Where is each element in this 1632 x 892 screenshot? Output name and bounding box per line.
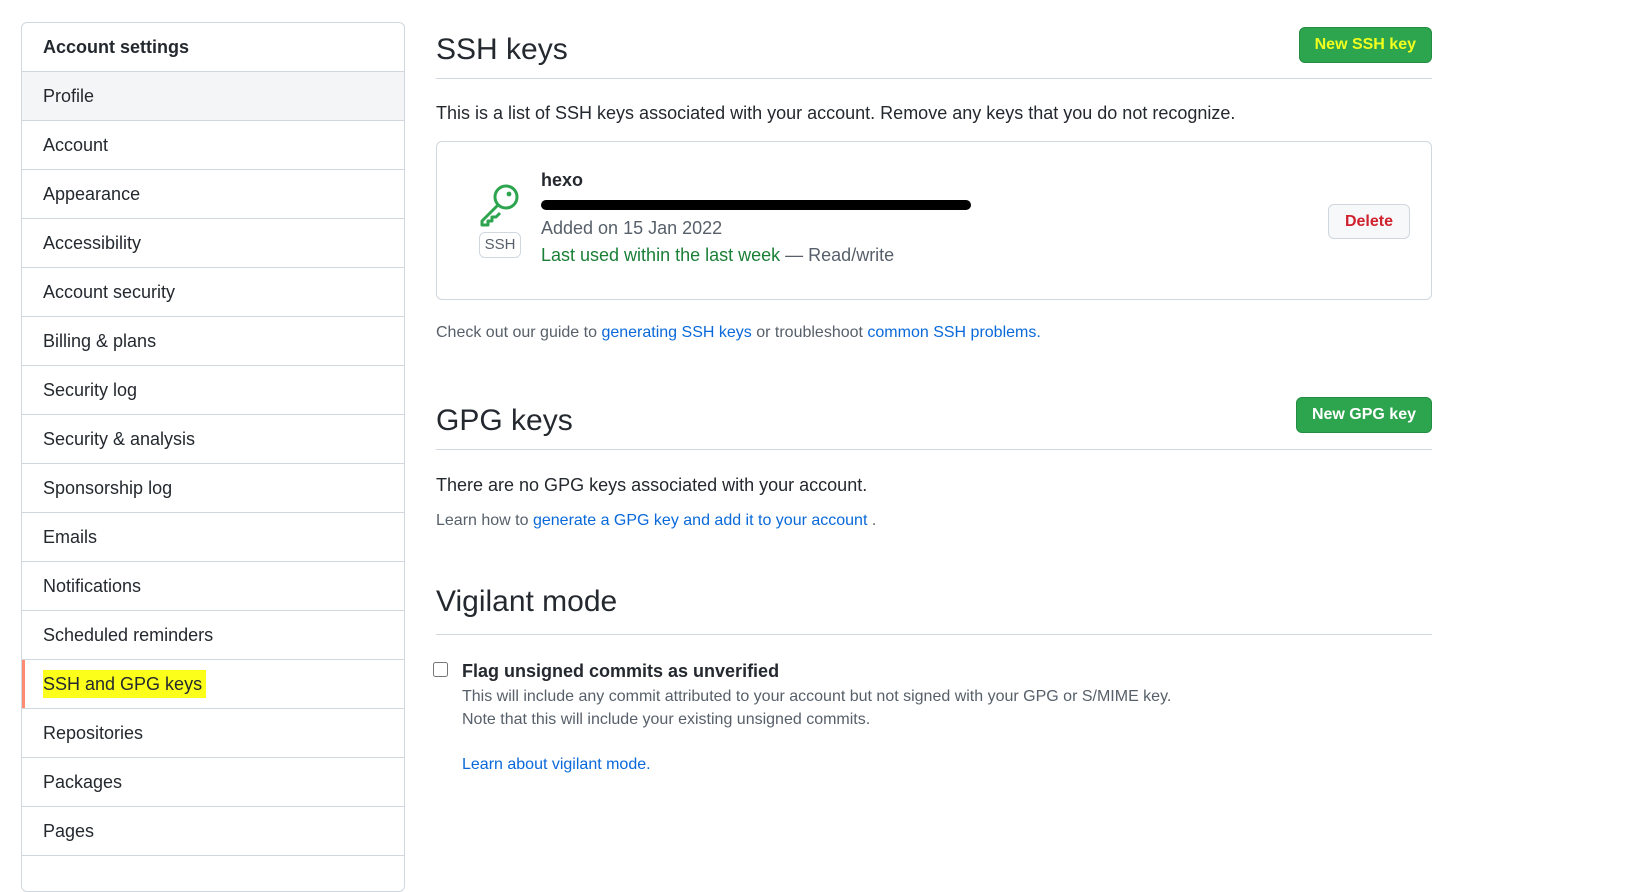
new-gpg-key-button[interactable]: New GPG key: [1295, 396, 1432, 433]
vigilant-section-title: Vigilant mode: [436, 585, 618, 618]
sidebar-item-ssh-gpg-keys[interactable]: SSH and GPG keys: [22, 660, 404, 709]
sidebar-item-emails[interactable]: Emails: [22, 513, 404, 562]
sidebar-item-label: Appearance: [43, 184, 141, 204]
delete-ssh-key-button[interactable]: Delete: [1327, 204, 1410, 239]
sidebar-item-label: Sponsorship log: [43, 478, 173, 498]
sidebar-item-label: Scheduled reminders: [43, 625, 214, 645]
flag-unsigned-checkbox[interactable]: [433, 662, 448, 677]
ssh-key-usage: Last used within the last week — Read/wr…: [541, 245, 971, 266]
generating-ssh-keys-link[interactable]: generating SSH keys: [601, 324, 751, 341]
ssh-section-title: SSH keys: [436, 33, 568, 66]
ssh-key-added-date: Added on 15 Jan 2022: [541, 218, 723, 238]
sidebar-item-account-security[interactable]: Account security: [22, 268, 404, 317]
gpg-learn-period: .: [871, 512, 877, 529]
sidebar-item-label: Packages: [43, 772, 123, 792]
ssh-section-header: SSH keys New SSH key: [436, 22, 1432, 79]
sidebar-item-label: Accessibility: [43, 233, 142, 253]
common-ssh-problems-link[interactable]: common SSH problems.: [867, 324, 1040, 341]
sidebar-item-appearance[interactable]: Appearance: [22, 170, 404, 219]
sidebar-item-profile[interactable]: Profile: [22, 72, 404, 121]
ssh-guide-middle: or troubleshoot: [756, 324, 863, 341]
sidebar-item-label: Emails: [43, 527, 98, 547]
sidebar-item-label: Account: [43, 135, 109, 155]
gpg-learn-prefix: Learn how to: [436, 512, 529, 529]
sidebar-item-label: Account security: [43, 282, 176, 302]
gpg-empty-text: There are no GPG keys associated with yo…: [436, 475, 868, 495]
ssh-key-last-used: Last used within the last week: [541, 245, 781, 265]
sidebar-item-packages[interactable]: Packages: [22, 758, 404, 807]
ssh-description: This is a list of SSH keys associated wi…: [436, 103, 1236, 123]
new-ssh-key-label: New SSH key: [1314, 36, 1416, 53]
sidebar-item-accessibility[interactable]: Accessibility: [22, 219, 404, 268]
settings-sidebar: Account settings Profile Account Appeara…: [21, 22, 405, 892]
vigilant-section-header: Vigilant mode: [436, 585, 1432, 635]
vigilant-note-2: Note that this will include your existin…: [462, 711, 871, 728]
sidebar-item-pages[interactable]: Pages: [22, 807, 404, 856]
vigilant-note-1: This will include any commit attributed …: [462, 688, 1172, 705]
sidebar-item-label: Notifications: [43, 576, 142, 596]
key-fingerprint-redacted: [541, 200, 971, 210]
sidebar-item-label: Security & analysis: [43, 429, 196, 449]
sidebar-item-label: Repositories: [43, 723, 144, 743]
key-icon: [478, 181, 524, 227]
common-ssh-problems-label: common SSH problems: [867, 324, 1037, 341]
learn-vigilant-mode-link[interactable]: Learn about vigilant mode.: [462, 756, 1432, 774]
sidebar-item-notifications[interactable]: Notifications: [22, 562, 404, 611]
sidebar-item-security-analysis[interactable]: Security & analysis: [22, 415, 404, 464]
sidebar-item-label: Security log: [43, 380, 138, 400]
ssh-key-access: — Read/write: [785, 245, 895, 265]
sidebar-item-label: SSH and GPG keys: [43, 670, 207, 698]
ssh-badge: SSH: [479, 232, 521, 258]
gpg-section-title: GPG keys: [436, 403, 573, 437]
ssh-guide-text: Check out our guide to generating SSH ke…: [436, 324, 1432, 342]
ssh-key-title: hexo: [541, 170, 584, 190]
ssh-guide-period: .: [1036, 324, 1041, 341]
sidebar-header: Account settings: [22, 23, 404, 72]
sidebar-item-account[interactable]: Account: [22, 121, 404, 170]
main-content: SSH keys New SSH key This is a list of S…: [433, 22, 1432, 774]
sidebar-item-billing-plans[interactable]: Billing & plans: [22, 317, 404, 366]
sidebar-item-label: Billing & plans: [43, 331, 157, 351]
new-ssh-key-button[interactable]: New SSH key: [1298, 27, 1432, 63]
generate-gpg-key-link[interactable]: generate a GPG key and add it to your ac…: [533, 512, 867, 529]
sidebar-item-repositories[interactable]: Repositories: [22, 709, 404, 758]
sidebar-item-sponsorship-log[interactable]: Sponsorship log: [22, 464, 404, 513]
sidebar-item-label: Pages: [43, 821, 95, 841]
sidebar-item-scheduled-reminders[interactable]: Scheduled reminders: [22, 611, 404, 660]
flag-unsigned-label: Flag unsigned commits as unverified: [462, 661, 780, 681]
ssh-key-card: SSH hexo Added on 15 Jan 2022 Last used …: [436, 141, 1432, 300]
sidebar-item-label: Profile: [43, 86, 95, 106]
ssh-key-details: hexo Added on 15 Jan 2022 Last used with…: [541, 170, 971, 266]
vigilant-option: Flag unsigned commits as unverified This…: [433, 661, 1432, 774]
sidebar-item-security-log[interactable]: Security log: [22, 366, 404, 415]
gpg-learn-text: Learn how to generate a GPG key and add …: [436, 512, 1432, 530]
ssh-guide-prefix: Check out our guide to: [436, 324, 597, 341]
gpg-section-header: GPG keys New GPG key: [436, 392, 1432, 450]
